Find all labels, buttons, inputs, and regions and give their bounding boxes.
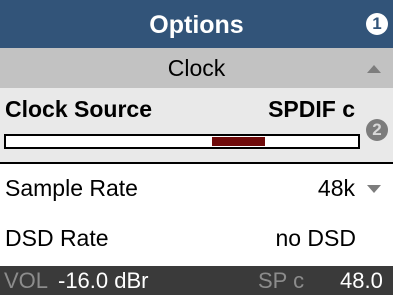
clock-source-label: Clock Source (5, 96, 152, 122)
slider-fill (212, 137, 265, 146)
clock-source-slider[interactable] (4, 134, 360, 149)
rate-value: 48.0 (340, 268, 383, 293)
step-1-badge: 1 (366, 13, 388, 35)
status-bar: VOL -16.0 dBr SP c 48.0 (0, 266, 393, 295)
section-header[interactable]: Clock (0, 48, 393, 88)
sample-rate-row[interactable]: Sample Rate 48k (0, 164, 393, 212)
dropdown-icon[interactable] (367, 185, 381, 193)
section-title: Clock (167, 55, 226, 81)
dsd-rate-row[interactable]: DSD Rate no DSD (0, 214, 393, 262)
volume-value: -16.0 dBr (58, 268, 149, 293)
page-title: Options (149, 11, 244, 39)
dsd-rate-label: DSD Rate (5, 225, 109, 251)
title-bar: Options 1 (0, 0, 393, 48)
clock-source-value: SPDIF c (268, 96, 355, 122)
step-2-badge: 2 (366, 119, 388, 141)
volume-label: VOL (4, 268, 49, 293)
options-screen: Options 1 Clock Clock Source SPDIF c 2 S… (0, 0, 393, 295)
scroll-up-icon[interactable] (367, 65, 381, 73)
clock-source-row[interactable]: Clock Source SPDIF c 2 (0, 88, 393, 162)
sample-rate-label: Sample Rate (5, 175, 138, 201)
sample-rate-value: 48k (317, 175, 355, 201)
dsd-rate-value: no DSD (275, 225, 356, 251)
source-label: SP c (258, 268, 305, 293)
